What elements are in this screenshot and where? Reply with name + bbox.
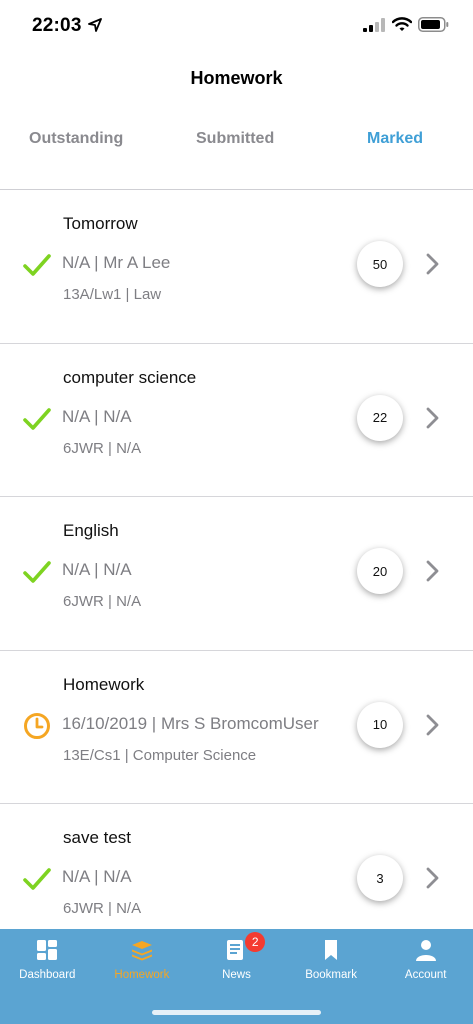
chevron-right-icon <box>426 407 439 428</box>
location-arrow-icon <box>88 18 102 32</box>
page-title: Homework <box>190 68 283 88</box>
homework-date-teacher: N/A | N/A <box>62 560 132 579</box>
chevron-right-icon <box>426 714 439 735</box>
tab-bar-label: Dashboard <box>19 969 76 981</box>
tab-bar-bookmark[interactable]: Bookmark <box>284 929 379 989</box>
homework-row[interactable]: Homework 16/10/2019 | Mrs S BromcomUser … <box>0 651 473 804</box>
chevron-right-icon <box>426 560 439 582</box>
bottom-tab-bar: Dashboard Homework 2 News Bookmark Accou… <box>0 929 473 1024</box>
status-time: 22:03 <box>32 15 82 36</box>
homework-stack-icon <box>131 941 152 961</box>
check-icon <box>23 254 51 276</box>
tab-bar-label: Account <box>404 969 447 981</box>
bookmark-icon <box>325 940 338 960</box>
dashboard-icon <box>37 940 58 960</box>
score-badge: 3 <box>357 855 403 901</box>
cellular-signal-icon <box>363 18 385 32</box>
check-icon <box>23 868 51 890</box>
home-indicator <box>152 1010 321 1015</box>
tab-bar-account[interactable]: Account <box>378 929 473 989</box>
homework-class-subject: 6JWR | N/A <box>63 900 142 917</box>
tab-bar-label: Bookmark <box>305 969 357 981</box>
homework-class-subject: 6JWR | N/A <box>63 593 142 610</box>
homework-class-subject: 13E/Cs1 | Computer Science <box>63 746 257 764</box>
check-icon <box>23 561 51 583</box>
check-icon <box>23 407 51 430</box>
homework-class-subject: 6JWR | N/A <box>63 439 142 457</box>
battery-icon <box>418 17 449 32</box>
tab-bar-homework[interactable]: Homework <box>95 929 190 989</box>
homework-row[interactable]: Tomorrow N/A | Mr A Lee 13A/Lw1 | Law 50 <box>0 190 473 344</box>
score-badge: 10 <box>357 701 403 748</box>
score-badge: 22 <box>357 394 403 441</box>
score-badge: 50 <box>357 241 403 287</box>
tab-submitted[interactable]: Submitted <box>196 130 274 148</box>
wifi-icon <box>392 17 412 31</box>
homework-title: save test <box>63 828 132 847</box>
tab-bar-dashboard[interactable]: Dashboard <box>0 929 95 989</box>
tab-bar-news[interactable]: 2 News <box>189 929 284 989</box>
homework-date-teacher: N/A | N/A <box>62 406 132 426</box>
chevron-right-icon <box>426 253 439 275</box>
homework-title: English <box>63 521 119 540</box>
homework-title: computer science <box>63 367 197 387</box>
tab-outstanding[interactable]: Outstanding <box>29 130 123 148</box>
homework-row[interactable]: computer science N/A | N/A 6JWR | N/A 22 <box>0 344 473 497</box>
homework-list: Tomorrow N/A | Mr A Lee 13A/Lw1 | Law 50… <box>0 190 473 958</box>
homework-title: Homework <box>63 674 145 694</box>
tab-marked[interactable]: Marked <box>367 130 423 148</box>
chevron-right-icon <box>426 867 439 889</box>
homework-title: Tomorrow <box>63 214 138 233</box>
homework-date-teacher: 16/10/2019 | Mrs S BromcomUser <box>62 713 319 733</box>
homework-date-teacher: N/A | Mr A Lee <box>62 253 171 272</box>
status-bar: 22:03 <box>0 0 473 52</box>
score-badge: 20 <box>357 548 403 594</box>
account-icon <box>415 940 436 961</box>
tab-bar-label: Homework <box>114 969 170 981</box>
clock-icon <box>24 712 50 739</box>
homework-row[interactable]: English N/A | N/A 6JWR | N/A 20 <box>0 497 473 651</box>
news-notification-badge: 2 <box>245 932 266 952</box>
homework-date-teacher: N/A | N/A <box>62 867 132 886</box>
homework-tabs: Outstanding Submitted Marked <box>0 130 473 160</box>
tab-bar-label: News <box>222 969 251 981</box>
homework-class-subject: 13A/Lw1 | Law <box>63 286 162 303</box>
